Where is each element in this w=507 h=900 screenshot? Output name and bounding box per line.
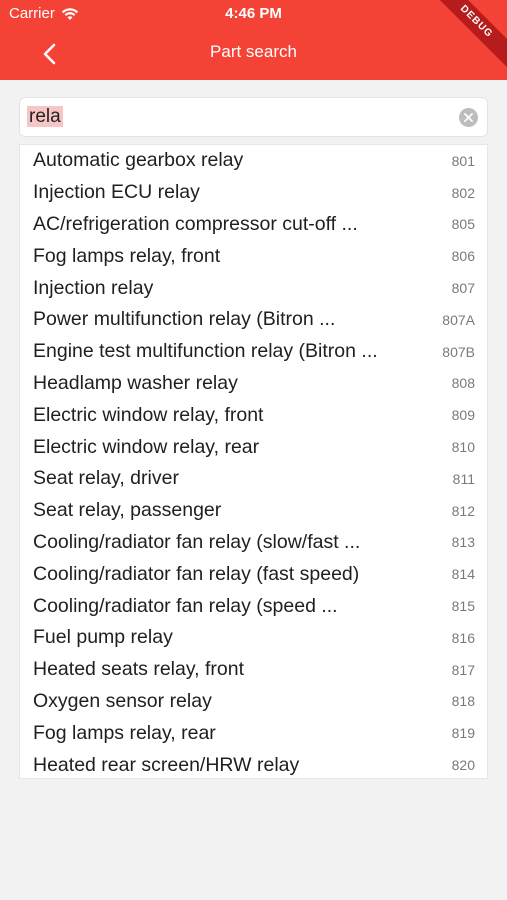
result-row[interactable]: Injection ECU relay 802	[20, 177, 487, 209]
result-row[interactable]: Headlamp washer relay 808	[20, 368, 487, 400]
search-input[interactable]: rela	[19, 97, 488, 137]
result-name: Power multifunction relay (Bitron ...	[33, 308, 336, 331]
result-code: 816	[451, 629, 475, 646]
search-value: rela	[27, 106, 63, 128]
result-row[interactable]: Automatic gearbox relay 801	[20, 145, 487, 177]
result-name: Fog lamps relay, rear	[33, 721, 216, 744]
page-title: Part search	[210, 42, 297, 61]
result-name: Fuel pump relay	[33, 626, 173, 649]
status-time: 4:46 PM	[225, 5, 282, 22]
result-name: Engine test multifunction relay (Bitron …	[33, 340, 378, 363]
results-list: Automatic gearbox relay 801 Injection ECU …	[19, 144, 488, 779]
clear-circle-icon	[464, 113, 473, 122]
result-row[interactable]: Fog lamps relay, rear 819	[20, 717, 487, 749]
app-bar: Part search	[0, 30, 507, 76]
result-name: Heated seats relay, front	[33, 658, 244, 681]
result-name: Heated rear screen/HRW relay	[33, 753, 300, 776]
result-code: 819	[451, 725, 475, 742]
result-name: AC/refrigeration compressor cut-off ...	[33, 212, 358, 235]
result-name: Automatic gearbox relay	[33, 149, 244, 172]
result-code: 806	[451, 248, 475, 265]
result-name: Oxygen sensor relay	[33, 689, 212, 712]
result-code: 810	[451, 439, 475, 456]
result-row[interactable]: Seat relay, driver 811	[20, 463, 487, 495]
result-code: 812	[451, 502, 475, 519]
result-code: 808	[451, 375, 475, 392]
result-code: 811	[452, 470, 475, 487]
search-text: rela	[27, 106, 63, 127]
result-row[interactable]: Electric window relay, rear 810	[20, 431, 487, 463]
result-row[interactable]: Electric window relay, front 809	[20, 399, 487, 431]
result-code: 807B	[442, 343, 475, 360]
result-row[interactable]: Oxygen sensor relay 818	[20, 686, 487, 718]
result-row[interactable]: AC/refrigeration compressor cut-off ... 8…	[20, 209, 487, 241]
result-code: 809	[451, 407, 475, 424]
result-row[interactable]: Fog lamps relay, front 806	[20, 240, 487, 272]
result-row[interactable]: Heated seats relay, front 817	[20, 654, 487, 686]
result-name: Cooling/radiator fan relay (speed ...	[33, 594, 338, 617]
result-row[interactable]: Cooling/radiator fan relay (fast speed) 8…	[20, 558, 487, 590]
result-code: 807A	[442, 311, 475, 328]
result-name: Cooling/radiator fan relay (slow/fast ..…	[33, 530, 361, 553]
result-name: Fog lamps relay, front	[33, 244, 221, 267]
result-code: 818	[451, 693, 475, 710]
status-bar: Carrier 4:46 PM	[0, 0, 507, 28]
result-name: Electric window relay, rear	[33, 435, 260, 458]
result-row[interactable]: Injection relay 807	[20, 272, 487, 304]
result-name: Injection ECU relay	[33, 181, 200, 204]
result-name: Headlamp washer relay	[33, 371, 238, 394]
result-code: 813	[451, 534, 475, 551]
result-name: Seat relay, passenger	[33, 499, 222, 522]
result-row[interactable]: Engine test multifunction relay (Bitron …	[20, 336, 487, 368]
result-code: 805	[451, 216, 475, 233]
result-name: Injection relay	[33, 276, 154, 299]
result-code: 801	[451, 152, 475, 169]
result-row[interactable]: Cooling/radiator fan relay (slow/fast ..…	[20, 527, 487, 559]
result-row[interactable]: Cooling/radiator fan relay (speed ... 815	[20, 590, 487, 622]
result-code: 820	[451, 757, 475, 774]
result-row[interactable]: Fuel pump relay 816	[20, 622, 487, 654]
result-code: 815	[451, 598, 475, 615]
result-row[interactable]: Seat relay, passenger 812	[20, 495, 487, 527]
clear-search-button[interactable]	[459, 108, 478, 127]
result-code: 814	[451, 566, 475, 583]
result-name: Cooling/radiator fan relay (fast speed)	[33, 562, 360, 585]
result-name: Electric window relay, front	[33, 403, 264, 426]
result-code: 802	[451, 184, 475, 201]
result-code: 807	[451, 280, 475, 297]
app-header: Carrier 4:46 PM DEBUG Part search	[0, 0, 507, 80]
result-code: 817	[451, 661, 475, 678]
result-row[interactable]: Power multifunction relay (Bitron ... 807…	[20, 304, 487, 336]
result-row[interactable]: Heated rear screen/HRW relay 820	[20, 749, 487, 781]
result-name: Seat relay, driver	[33, 467, 179, 490]
